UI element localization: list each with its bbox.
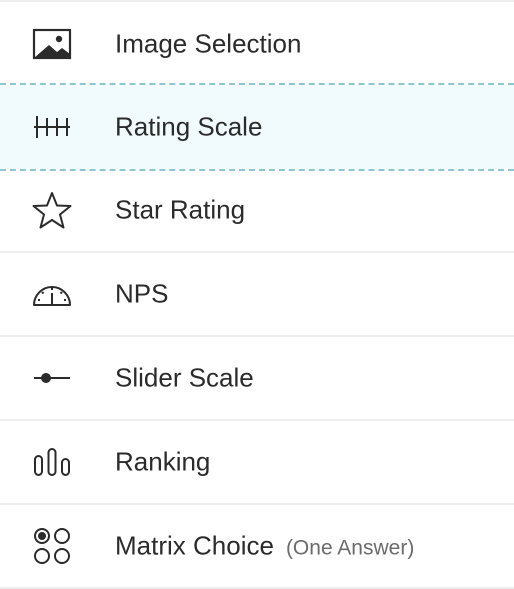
gauge-icon bbox=[30, 272, 74, 316]
matrix-radio-icon bbox=[30, 524, 74, 568]
list-item-label: Star Rating bbox=[115, 194, 246, 225]
list-item-image-selection[interactable]: Image Selection bbox=[0, 2, 514, 85]
list-item-label: Rating Scale bbox=[115, 111, 263, 142]
question-type-list: Image Selection Rating Scale Star Rating bbox=[0, 0, 514, 589]
list-item-label: Matrix Choice (One Answer) bbox=[115, 531, 414, 562]
list-item-rating-scale[interactable]: Rating Scale bbox=[0, 83, 514, 171]
rating-scale-icon bbox=[30, 105, 74, 149]
list-item-nps[interactable]: NPS bbox=[0, 253, 514, 337]
list-item-ranking[interactable]: Ranking bbox=[0, 421, 514, 505]
star-icon bbox=[30, 188, 74, 232]
list-item-subtitle: (One Answer) bbox=[285, 536, 415, 560]
list-item-label: Slider Scale bbox=[115, 362, 254, 393]
ranking-bars-icon bbox=[30, 440, 74, 484]
slider-icon bbox=[30, 356, 74, 400]
list-item-title: Matrix Choice bbox=[115, 530, 274, 561]
list-item-label: Ranking bbox=[115, 446, 211, 477]
list-item-star-rating[interactable]: Star Rating bbox=[0, 169, 514, 253]
image-icon bbox=[30, 22, 74, 66]
list-item-label: Image Selection bbox=[115, 28, 302, 58]
list-item-label: NPS bbox=[115, 278, 169, 309]
highlight-top-border bbox=[0, 83, 514, 85]
list-item-matrix-choice[interactable]: Matrix Choice (One Answer) bbox=[0, 505, 514, 589]
list-item-slider-scale[interactable]: Slider Scale bbox=[0, 337, 514, 421]
